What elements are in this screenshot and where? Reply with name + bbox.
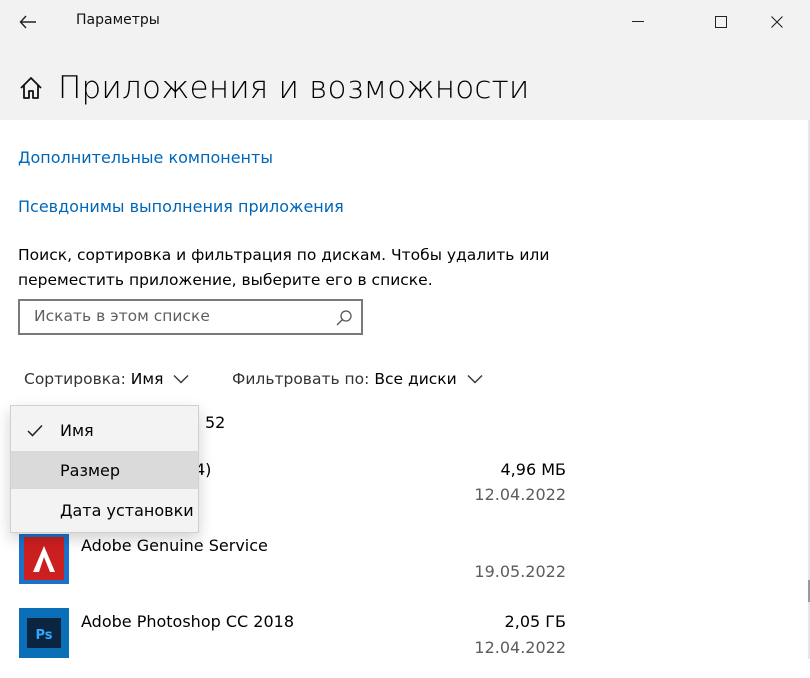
filter-label: Фильтровать по: [232, 370, 370, 388]
app-size: 4,96 МБ [500, 460, 567, 479]
filter-value: Все диски [374, 370, 457, 388]
sort-label: Сортировка: [24, 370, 126, 388]
app-date: 12.04.2022 [474, 638, 566, 657]
title-bar: Параметры Приложения и возможности [0, 0, 810, 120]
home-icon [20, 77, 42, 99]
app-date: 19.05.2022 [474, 562, 566, 581]
description-text: Поиск, сортировка и фильтрация по дискам… [18, 246, 550, 289]
sort-menu: Имя Размер Дата установки [10, 405, 199, 533]
app-size: 2,05 ГБ [504, 612, 566, 631]
apps-count-text: 52 [205, 413, 226, 432]
search-icon[interactable] [335, 309, 353, 327]
search-input[interactable] [34, 307, 324, 325]
sort-menu-item-label: Дата установки [60, 500, 194, 520]
checkmark-icon [27, 424, 43, 437]
app-aliases-link[interactable]: Псевдонимы выполнения приложения [18, 197, 344, 216]
list-item[interactable]: Adobe Genuine Service 19.05.2022 [0, 534, 600, 604]
sort-menu-item-install-date[interactable]: Дата установки [11, 491, 198, 529]
photoshop-icon: Ps [19, 608, 69, 658]
close-icon [771, 16, 783, 28]
page-header: Приложения и возможности [18, 70, 529, 106]
back-arrow-icon [19, 15, 36, 29]
app-date: 12.04.2022 [474, 485, 566, 504]
optional-features-link[interactable]: Дополнительные компоненты [18, 148, 273, 167]
filter-dropdown[interactable]: Фильтровать по: Все диски [232, 370, 483, 388]
svg-text:Ps: Ps [35, 628, 52, 643]
chevron-down-icon [173, 375, 189, 384]
back-button[interactable] [12, 8, 44, 36]
sort-menu-item-label: Имя [60, 420, 94, 440]
search-box[interactable] [18, 299, 363, 335]
sort-value: Имя [130, 370, 164, 388]
page-title: Приложения и возможности [58, 70, 530, 106]
app-name: Adobe Genuine Service [81, 536, 268, 555]
adobe-logo-icon [19, 534, 69, 584]
maximize-button[interactable] [701, 4, 741, 40]
sort-menu-item-size[interactable]: Размер [11, 451, 198, 489]
minimize-button[interactable] [618, 4, 658, 40]
chevron-down-icon [467, 375, 483, 384]
maximize-icon [715, 16, 727, 28]
minimize-icon [632, 21, 644, 22]
sort-menu-item-name[interactable]: Имя [11, 411, 198, 449]
list-item[interactable]: Ps Adobe Photoshop CC 2018 2,05 ГБ 12.04… [0, 608, 600, 678]
sort-dropdown[interactable]: Сортировка: Имя [24, 370, 189, 388]
sort-menu-item-label: Размер [60, 460, 121, 480]
window-title: Параметры [76, 12, 160, 28]
app-name: Adobe Photoshop CC 2018 [81, 612, 294, 631]
close-button[interactable] [757, 4, 797, 40]
